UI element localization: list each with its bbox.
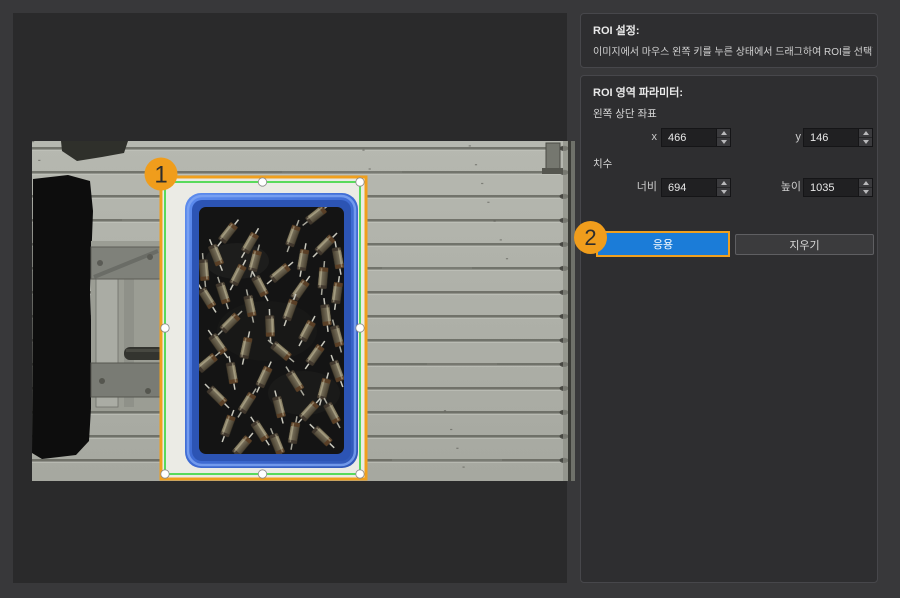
x-input[interactable]	[662, 129, 716, 146]
top-left-coord-label: 왼쪽 상단 좌표	[593, 106, 657, 121]
width-input[interactable]	[662, 179, 716, 196]
x-input-group	[661, 128, 731, 147]
machinery	[91, 241, 164, 411]
x-spin-down-button[interactable]	[717, 138, 730, 146]
height-input-group	[803, 178, 873, 197]
roi-handle-sw[interactable]	[161, 470, 169, 478]
wall-right-edge	[563, 141, 575, 481]
roi-handle-se[interactable]	[356, 470, 364, 478]
width-spin-down-button[interactable]	[717, 188, 730, 196]
roi-settings-description: 이미지에서 마우스 왼쪽 키를 누른 상태에서 드래그하여 ROI를 선택합니다…	[593, 43, 873, 58]
roi-handle-s[interactable]	[258, 470, 266, 478]
roi-parameters-group: ROI 영역 파라미터: 왼쪽 상단 좌표 x y 치수 너비 높이	[580, 75, 878, 583]
y-spin-down-button[interactable]	[859, 138, 872, 146]
height-input[interactable]	[804, 179, 858, 196]
black-tarp	[32, 175, 93, 459]
roi-handle-w[interactable]	[161, 324, 169, 332]
svg-text:1: 1	[154, 162, 167, 189]
roi-handle-ne[interactable]	[356, 178, 364, 186]
width-input-group	[661, 178, 731, 197]
y-spin-up-button[interactable]	[859, 129, 872, 138]
y-label: y	[731, 128, 801, 147]
y-input-group	[803, 128, 873, 147]
height-spin-down-button[interactable]	[859, 188, 872, 196]
roi-handle-e[interactable]	[356, 324, 364, 332]
clear-button[interactable]: 지우기	[735, 234, 874, 255]
width-label: 너비	[587, 178, 657, 197]
roi-parameters-title: ROI 영역 파라미터:	[593, 84, 683, 100]
y-input[interactable]	[804, 129, 858, 146]
width-spin-up-button[interactable]	[717, 179, 730, 188]
size-label: 치수	[593, 156, 612, 171]
camera-image[interactable]: 1	[32, 141, 575, 481]
x-label: x	[587, 128, 657, 147]
height-label: 높이	[731, 178, 801, 197]
roi-settings-note: ROI 설정: 이미지에서 마우스 왼쪽 키를 누른 상태에서 드래그하여 RO…	[580, 13, 878, 68]
roi-handle-n[interactable]	[258, 178, 266, 186]
apply-button-highlight: 응용	[596, 231, 730, 257]
image-canvas[interactable]: 1	[13, 13, 567, 583]
height-spin-up-button[interactable]	[859, 179, 872, 188]
step-2-badge: 2	[574, 221, 607, 254]
roi-settings-title: ROI 설정:	[593, 22, 640, 38]
apply-button[interactable]: 응용	[598, 233, 728, 255]
x-spin-up-button[interactable]	[717, 129, 730, 138]
step-1-badge: 1	[145, 158, 178, 191]
